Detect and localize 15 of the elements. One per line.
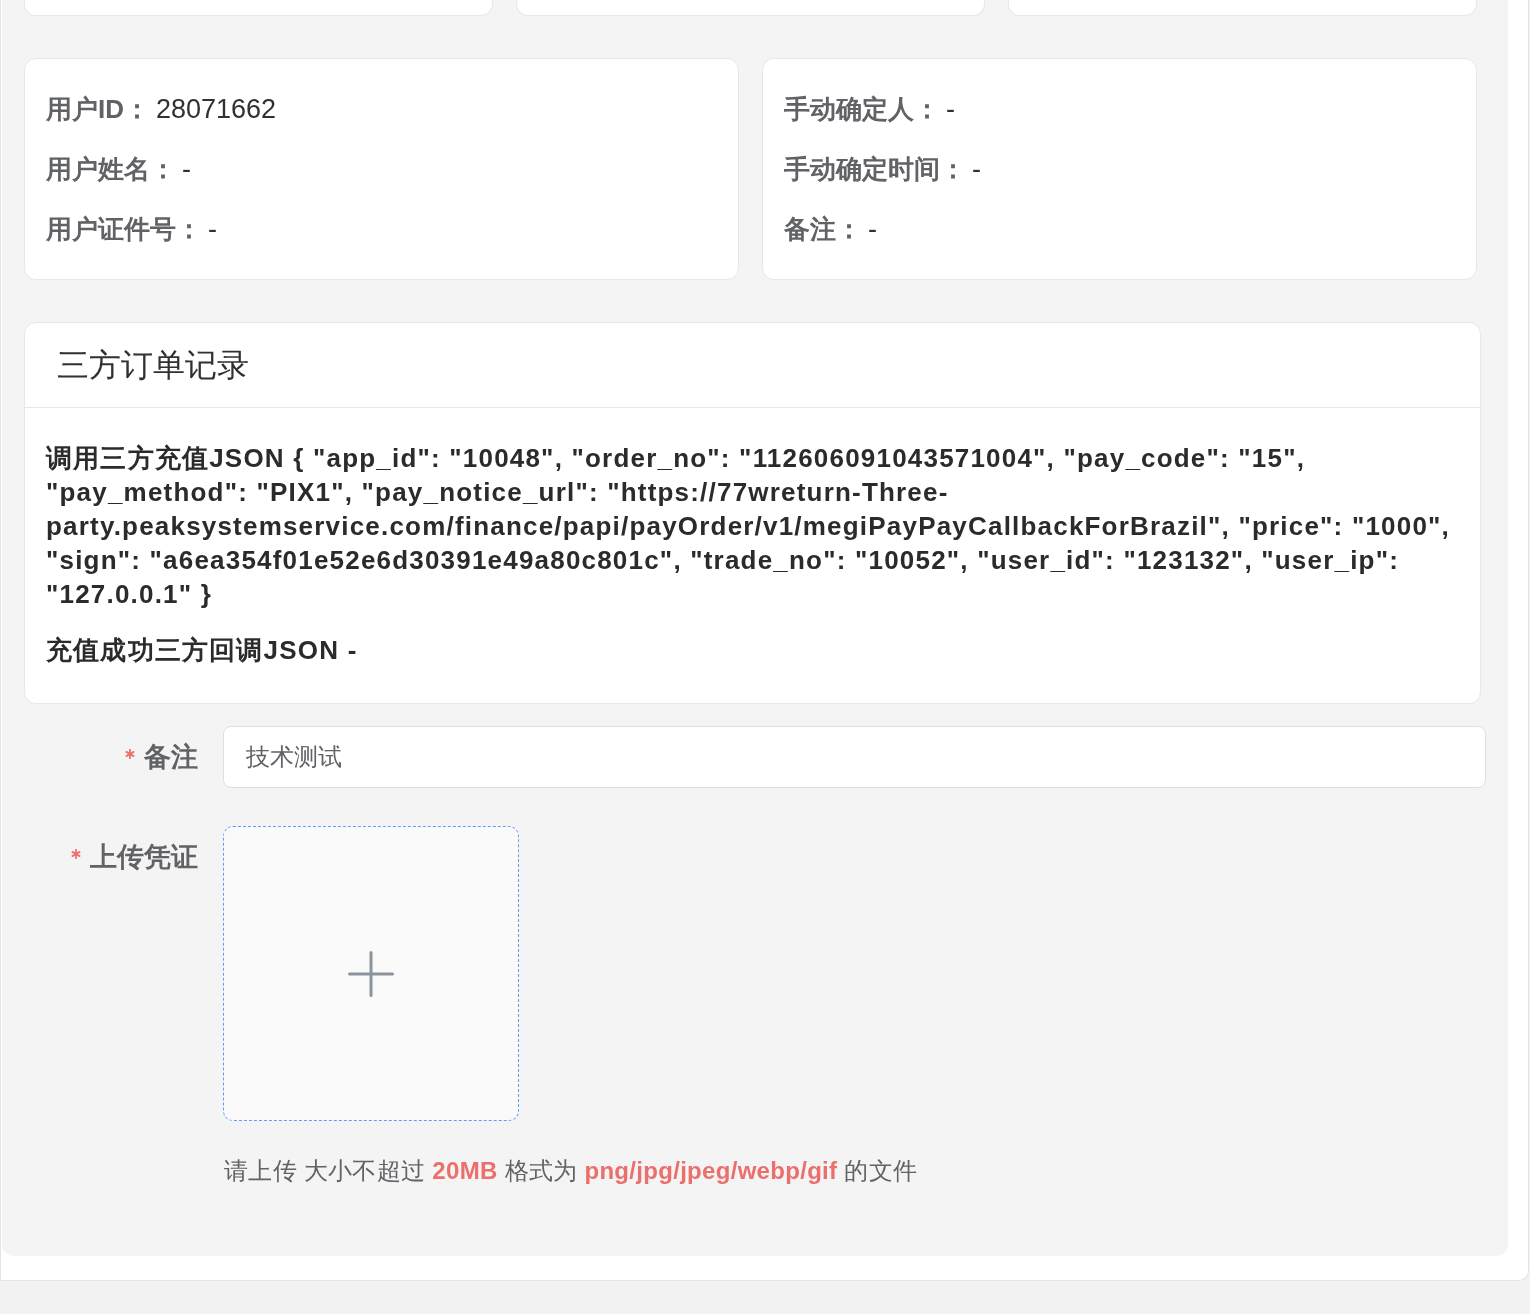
info-text: 用户姓名：- xyxy=(46,153,191,185)
upload-hint: 请上传 大小不超过 20MB 格式为 png/jpg/jpeg/webp/gif 的文件 xyxy=(224,1156,918,1186)
form-label: 上传凭证 xyxy=(90,840,198,874)
card-title: 三方订单记录 xyxy=(57,346,249,385)
info-text: 手动确定时间：- xyxy=(784,153,981,185)
info-text: 用户ID：28071662 xyxy=(46,93,277,125)
text-field[interactable]: 技术测试 xyxy=(223,726,1486,788)
info-text: 用户证件号：- xyxy=(46,213,217,245)
json-text: 充值成功三方回调JSON - xyxy=(46,634,359,667)
upload-button[interactable] xyxy=(223,826,519,1121)
form-label: 备注 xyxy=(144,740,198,774)
info-text: 备注：- xyxy=(784,213,877,245)
info-text: 手动确定人：- xyxy=(784,93,955,125)
json-text: 调用三方充值JSON { "app_id": "10048", "order_no": "112606091043571004", "pay_code": "15", "pay_method": "PIX1", "pay_notice_url": "https://77wreturn-Three-party.peaksystemservice.com/finance/papi/payOrder/v1/megiPayPayCallbackForBrazil", "price": "1000", "sign": "a6ea354f01e52e6d30391e49a80c801c", "trade_no": "10052", "user_id": "123132", "user_ip": "127.0.0.1" } xyxy=(46,442,1451,611)
plus-icon xyxy=(348,950,394,997)
